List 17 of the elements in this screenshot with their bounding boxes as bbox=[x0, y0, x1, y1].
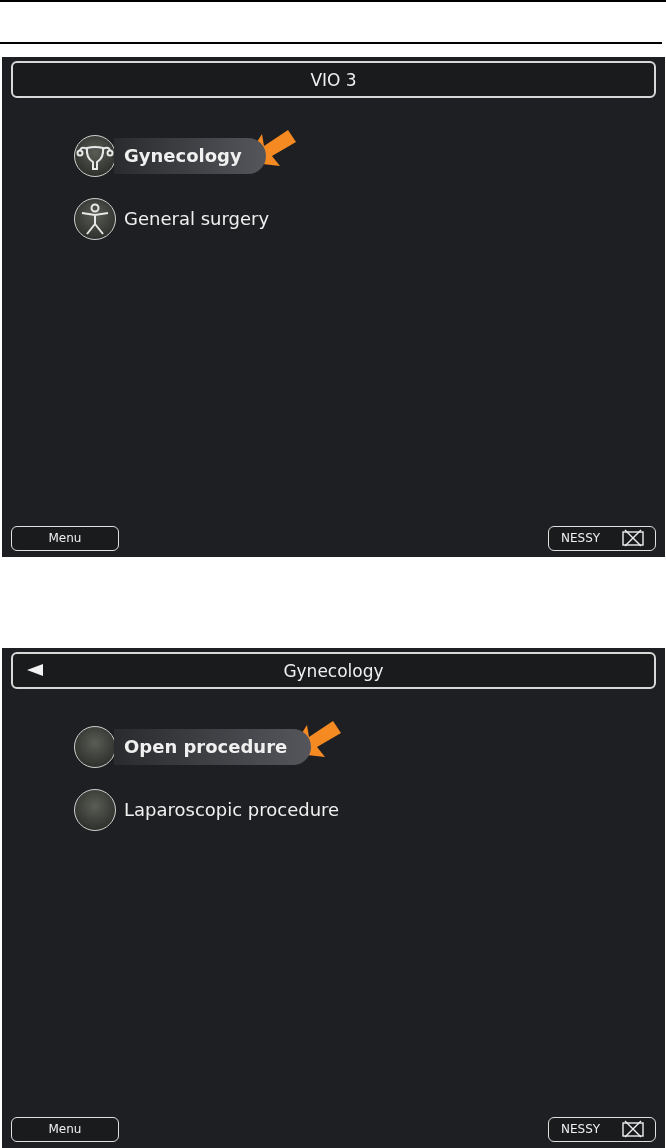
menu-item[interactable]: General surgery bbox=[114, 200, 294, 237]
human-figure-icon[interactable] bbox=[74, 197, 116, 240]
round-button-icon[interactable] bbox=[74, 788, 116, 831]
screen-title: Gynecology bbox=[283, 660, 384, 681]
uterus-icon[interactable] bbox=[74, 134, 116, 177]
selected-menu-item[interactable]: Open procedure bbox=[114, 728, 312, 765]
nessy-button[interactable]: NESSY bbox=[548, 525, 656, 551]
crossed-box-icon bbox=[621, 529, 645, 547]
nessy-button[interactable]: NESSY bbox=[548, 1116, 656, 1142]
round-button-icon[interactable] bbox=[74, 725, 116, 768]
menu-button[interactable]: Menu bbox=[11, 1116, 119, 1142]
back-arrow-icon[interactable] bbox=[27, 664, 43, 676]
crossed-box-icon bbox=[621, 1120, 645, 1138]
menu-button[interactable]: Menu bbox=[11, 525, 119, 551]
menu-item[interactable]: Laparoscopic procedure bbox=[114, 791, 364, 828]
selected-menu-item[interactable]: Gynecology bbox=[114, 137, 266, 174]
screen-title: VIO 3 bbox=[310, 69, 357, 90]
